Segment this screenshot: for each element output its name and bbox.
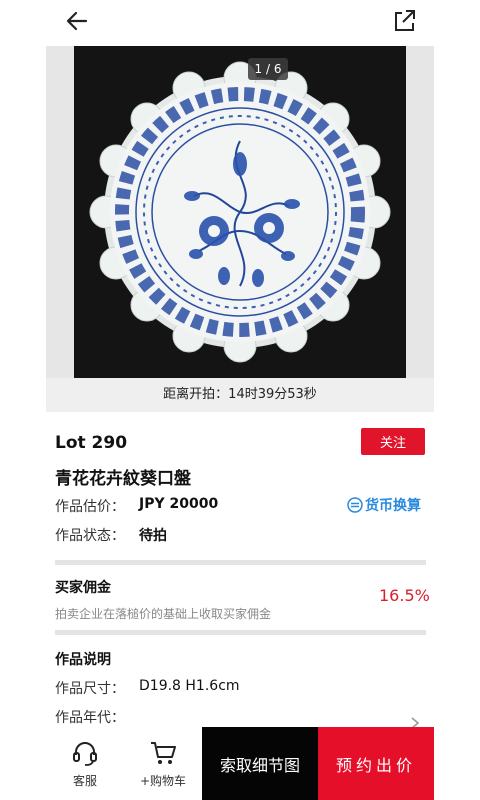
bottom-action-bar: 客服 +购物车 索取细节图 预约出价	[46, 727, 434, 800]
back-arrow-icon[interactable]	[62, 6, 92, 36]
customer-service-tab[interactable]: 客服	[46, 727, 124, 800]
request-detail-photos-button[interactable]: 索取细节图	[202, 727, 318, 800]
commission-rate: 16.5%	[379, 586, 430, 605]
reserve-bid-button[interactable]: 预约出价	[318, 727, 434, 800]
size-value: D19.8 H1.6cm	[139, 678, 240, 694]
image-counter: 1 / 6	[248, 58, 288, 80]
description-title: 作品说明	[55, 652, 111, 668]
estimate-label: 作品估价：	[55, 499, 125, 515]
section-divider	[55, 560, 426, 565]
status-value: 待拍	[139, 528, 167, 544]
porcelain-plate-image	[89, 61, 391, 363]
lot-number: Lot 290	[55, 433, 128, 453]
add-to-cart-label: +购物车	[139, 774, 187, 788]
add-to-cart-tab[interactable]: +购物车	[124, 727, 202, 800]
commission-description: 拍卖企业在落槌价的基础上收取买家佣金	[55, 607, 272, 621]
headset-icon	[73, 742, 97, 766]
currency-exchange-link[interactable]: 货币换算	[347, 495, 421, 515]
size-label: 作品尺寸：	[55, 681, 125, 697]
currency-exchange-icon	[347, 497, 363, 513]
currency-exchange-label: 货币换算	[365, 498, 421, 514]
lot-title: 青花花卉紋葵口盤	[55, 469, 191, 489]
share-icon[interactable]	[390, 6, 420, 36]
cart-icon	[151, 742, 176, 764]
section-divider	[55, 630, 426, 635]
image-gallery[interactable]: 1 / 6	[46, 46, 434, 378]
era-label: 作品年代：	[55, 710, 125, 726]
auction-countdown: 距离开拍：14时39分53秒	[46, 378, 434, 412]
follow-button[interactable]: 关注	[361, 428, 425, 455]
product-photo[interactable]: 1 / 6	[74, 46, 406, 378]
status-label: 作品状态：	[55, 528, 125, 544]
top-bar	[0, 0, 480, 44]
commission-title: 买家佣金	[55, 580, 111, 596]
customer-service-label: 客服	[72, 774, 97, 788]
estimate-value: JPY 20000	[139, 496, 219, 512]
